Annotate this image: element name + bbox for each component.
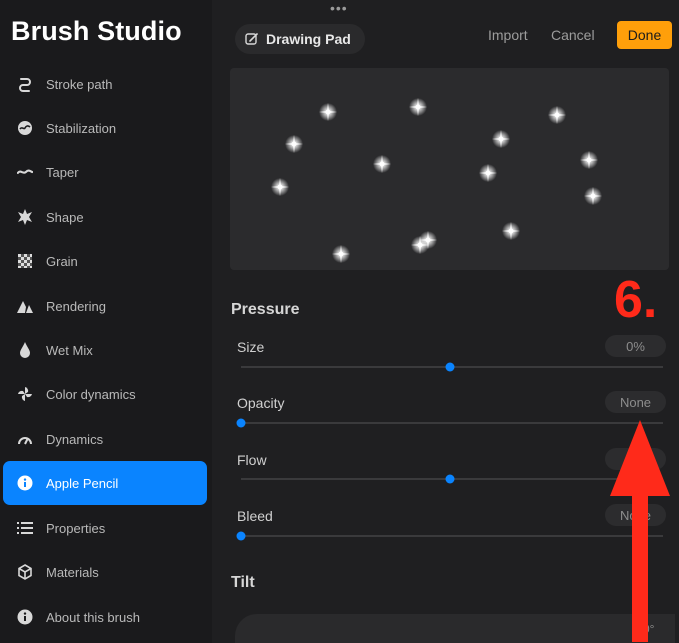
sidebar-item-rendering[interactable]: Rendering [3,284,207,328]
sidebar-item-label: Taper [46,164,79,180]
annotation-step-number: 6. [614,271,658,329]
sidebar-item-dynamics[interactable]: Dynamics [3,417,207,461]
grain-icon [17,253,33,269]
stroke-path-icon [17,76,33,92]
sidebar-item-label: Materials [46,564,99,580]
sidebar-item-label: Properties [46,520,106,536]
brush-stamp [479,164,497,182]
wet-mix-icon [17,342,33,358]
done-button[interactable]: Done [617,21,672,49]
size-label: Size [237,339,265,355]
brush-stamp [580,151,598,169]
sidebar-item-label: Wet Mix [46,342,93,358]
brush-stamp [502,222,520,240]
sidebar-item-label: Dynamics [46,431,104,447]
sidebar-item-label: Rendering [46,298,106,314]
sidebar-item-label: Grain [46,253,78,269]
annotation-arrow-up-icon [610,420,670,642]
opacity-slider-thumb[interactable] [236,418,246,428]
sidebar-item-stroke-path[interactable]: Stroke path [3,62,207,106]
pressure-section-title: Pressure [231,301,300,318]
sidebar-item-taper[interactable]: Taper [3,150,207,194]
opacity-slider[interactable] [241,422,663,424]
sidebar-item-color-dynamics[interactable]: Color dynamics [3,372,207,416]
brush-stamp [409,98,427,116]
brush-stamp [271,178,289,196]
sidebar-item-stabilization[interactable]: Stabilization [3,106,207,150]
drawing-pad-label: Drawing Pad [266,31,351,47]
brush-stamp [411,236,429,254]
brush-stamp [285,135,303,153]
cancel-button[interactable]: Cancel [551,27,595,43]
sidebar-item-label: Shape [46,209,84,225]
size-slider-thumb[interactable] [445,362,455,372]
edit-icon [245,32,259,46]
list-icon [17,520,33,536]
color-dynamics-icon [17,386,33,402]
flow-label: Flow [237,452,267,468]
size-value[interactable]: 0% [605,335,666,357]
brush-stamp [548,106,566,124]
sidebar-item-label: About this brush [46,609,140,625]
brush-stamp [319,103,337,121]
import-button[interactable]: Import [488,27,528,43]
bleed-slider-thumb[interactable] [236,531,246,541]
sidebar-item-apple-pencil[interactable]: Apple Pencil [3,461,207,505]
stabilization-icon [17,120,33,136]
sidebar-item-label: Color dynamics [46,386,136,402]
flow-slider-thumb[interactable] [445,474,455,484]
sidebar-item-grain[interactable]: Grain [3,239,207,283]
app-title: Brush Studio [11,16,182,46]
info-icon [17,609,33,625]
opacity-label: Opacity [237,395,285,411]
bleed-slider[interactable] [241,535,663,537]
window-grabber[interactable]: ••• [330,0,348,16]
bleed-label: Bleed [237,508,273,524]
sidebar-item-label: Stabilization [46,120,117,136]
brush-stamp [584,187,602,205]
brush-stamp [332,245,350,263]
tilt-section-title: Tilt [231,574,255,591]
cube-icon [17,564,33,580]
brush-stamp [373,155,391,173]
sidebar-item-label: Stroke path [46,76,113,92]
taper-icon [17,164,33,180]
sidebar-item-shape[interactable]: Shape [3,195,207,239]
sidebar-item-properties[interactable]: Properties [3,506,207,550]
sidebar-item-materials[interactable]: Materials [3,550,207,594]
info-icon [17,475,33,491]
sidebar: Brush Studio Stroke path Stabilization T… [0,0,212,643]
drawing-pad-button[interactable]: Drawing Pad [235,24,365,54]
rendering-icon [17,298,33,314]
sidebar-item-about-this-brush[interactable]: About this brush [3,595,207,639]
sidebar-item-wet-mix[interactable]: Wet Mix [3,328,207,372]
shape-icon [17,209,33,225]
sidebar-item-label: Apple Pencil [46,475,119,491]
brush-stamp [492,130,510,148]
dynamics-icon [17,431,33,447]
drawing-pad-preview[interactable] [230,68,669,270]
opacity-value[interactable]: None [605,391,666,413]
